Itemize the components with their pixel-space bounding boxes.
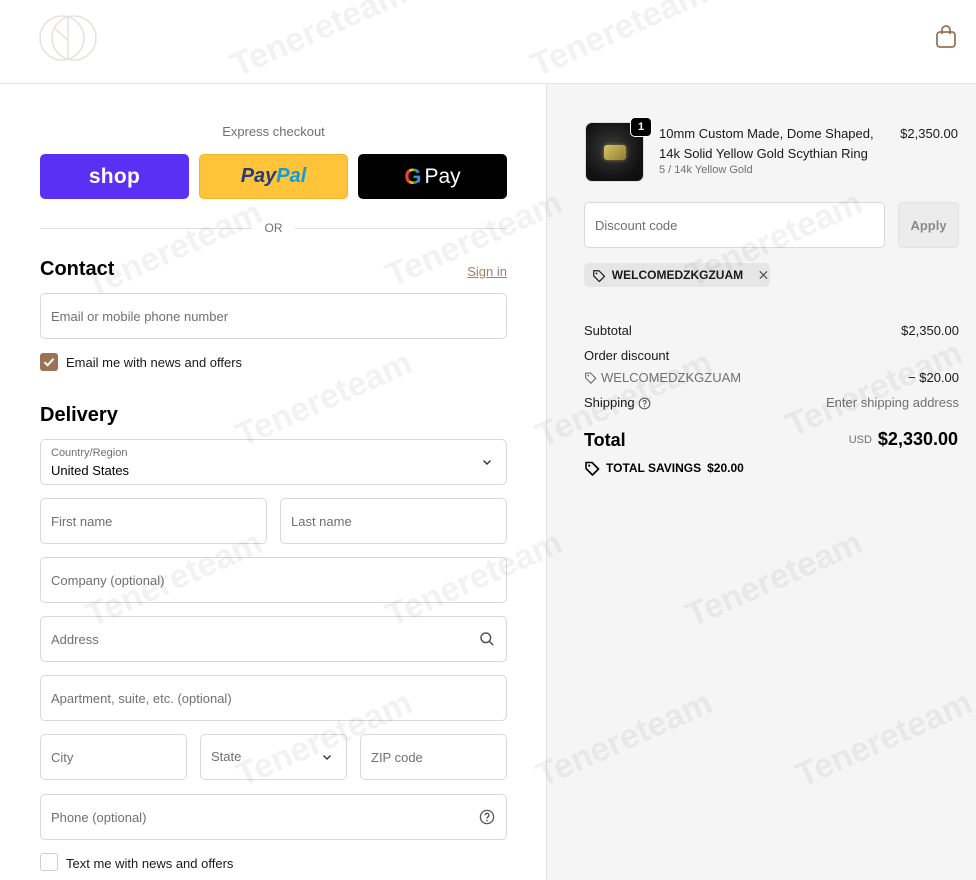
city-placeholder: City (51, 750, 74, 765)
email-newsletter-label: Email me with news and offers (66, 355, 243, 370)
currency-code: USD (848, 434, 872, 446)
total-value-group: USD $2,330.00 (849, 429, 958, 450)
address-placeholder: Address (51, 632, 99, 647)
sign-in-link[interactable]: Sign in (467, 264, 507, 279)
google-pay-logo: G Pay (404, 163, 461, 189)
email-newsletter-checkbox[interactable] (40, 353, 58, 371)
checkout-header (0, 0, 976, 84)
quantity-badge: 1 (630, 117, 652, 137)
chevron-down-icon (323, 755, 331, 760)
total-value: $2,330.00 (877, 429, 958, 449)
company-field[interactable]: Company (optional) (40, 557, 507, 603)
subtotal-value: $2,350.00 (901, 323, 959, 338)
product-variant: 5 / 14k Yellow Gold (659, 164, 753, 176)
shipping-label: Shipping (584, 395, 635, 410)
paypal-button[interactable]: PayPal (199, 154, 348, 199)
order-discount-row: Order discount (584, 348, 959, 363)
savings-value: $20.00 (707, 461, 744, 475)
paypal-logo: PayPal (240, 165, 307, 187)
order-summary-column: 1 10mm Custom Made, Dome Shaped, 14k Sol… (546, 84, 976, 880)
discount-code-input[interactable]: Discount code (584, 202, 885, 248)
product-price: $2,350.00 (900, 126, 958, 141)
product-name: 10mm Custom Made, Dome Shaped, 14k Solid… (659, 126, 874, 161)
contact-title: Contact (40, 258, 115, 280)
state-select[interactable]: State (200, 734, 347, 780)
subtotal-row: Subtotal $2,350.00 (584, 323, 959, 338)
delivery-title: Delivery (40, 404, 118, 426)
email-field[interactable]: Email or mobile phone number (40, 293, 507, 339)
google-pay-button[interactable]: G Pay (358, 154, 507, 199)
apply-discount-button[interactable]: Apply (898, 202, 959, 248)
tag-icon (585, 372, 597, 384)
express-checkout-label: Express checkout (222, 124, 325, 139)
address-field[interactable]: Address (40, 616, 507, 662)
discount-code-placeholder: Discount code (595, 218, 678, 233)
shop-pay-label: shop (88, 164, 141, 188)
close-icon[interactable] (757, 268, 770, 282)
tag-icon (585, 461, 600, 476)
first-name-field[interactable]: First name (40, 498, 267, 544)
phone-field[interactable]: Phone (optional) (40, 794, 507, 840)
city-field[interactable]: City (40, 734, 187, 780)
first-name-placeholder: First name (51, 514, 113, 529)
zip-placeholder: ZIP code (371, 750, 423, 765)
shop-pay-button[interactable]: shop (40, 154, 189, 199)
country-select[interactable]: Country/Region United States (40, 439, 507, 485)
state-placeholder: State (211, 749, 242, 764)
shopping-bag-icon[interactable] (935, 25, 957, 49)
order-discount-label: Order discount (584, 348, 670, 363)
applied-discount-chip: WELCOMEDZKGZUAM (584, 263, 770, 287)
apartment-field[interactable]: Apartment, suite, etc. (optional) (40, 675, 507, 721)
help-circle-icon[interactable] (479, 809, 495, 825)
sms-newsletter-checkbox[interactable] (40, 853, 58, 871)
search-icon[interactable] (479, 631, 495, 647)
subtotal-label: Subtotal (584, 323, 632, 338)
shipping-value: Enter shipping address (826, 395, 959, 410)
total-savings: TOTAL SAVINGS $20.00 (584, 460, 744, 476)
or-divider: OR (40, 221, 507, 235)
checkmark-icon (43, 358, 55, 367)
country-label: Country/Region (51, 447, 128, 459)
discount-code-name: WELCOMEDZKGZUAM (601, 370, 742, 385)
discount-amount: − $20.00 (908, 370, 959, 385)
zip-field[interactable]: ZIP code (360, 734, 507, 780)
discount-code-row: WELCOMEDZKGZUAM − $20.00 (584, 370, 959, 385)
last-name-placeholder: Last name (291, 514, 352, 529)
applied-code-label: WELCOMEDZKGZUAM (611, 268, 744, 282)
tag-icon (593, 269, 606, 282)
savings-label: TOTAL SAVINGS (606, 461, 702, 475)
sms-newsletter-label: Text me with news and offers (66, 856, 234, 871)
or-label: OR (264, 221, 283, 235)
checkout-form-column: Express checkout shop PayPal G Pay OR Con… (0, 84, 546, 880)
email-placeholder: Email or mobile phone number (51, 309, 229, 324)
help-circle-icon[interactable] (638, 397, 651, 410)
shipping-row: Shipping Enter shipping address (584, 395, 959, 410)
ring-image (604, 145, 626, 160)
mh-monogram-logo[interactable] (38, 10, 98, 66)
last-name-field[interactable]: Last name (280, 498, 507, 544)
country-value: United States (51, 463, 130, 478)
phone-placeholder: Phone (optional) (51, 810, 147, 825)
company-placeholder: Company (optional) (51, 573, 165, 588)
apartment-placeholder: Apartment, suite, etc. (optional) (51, 691, 232, 706)
chevron-down-icon (483, 460, 491, 465)
total-label: Total (584, 430, 626, 450)
